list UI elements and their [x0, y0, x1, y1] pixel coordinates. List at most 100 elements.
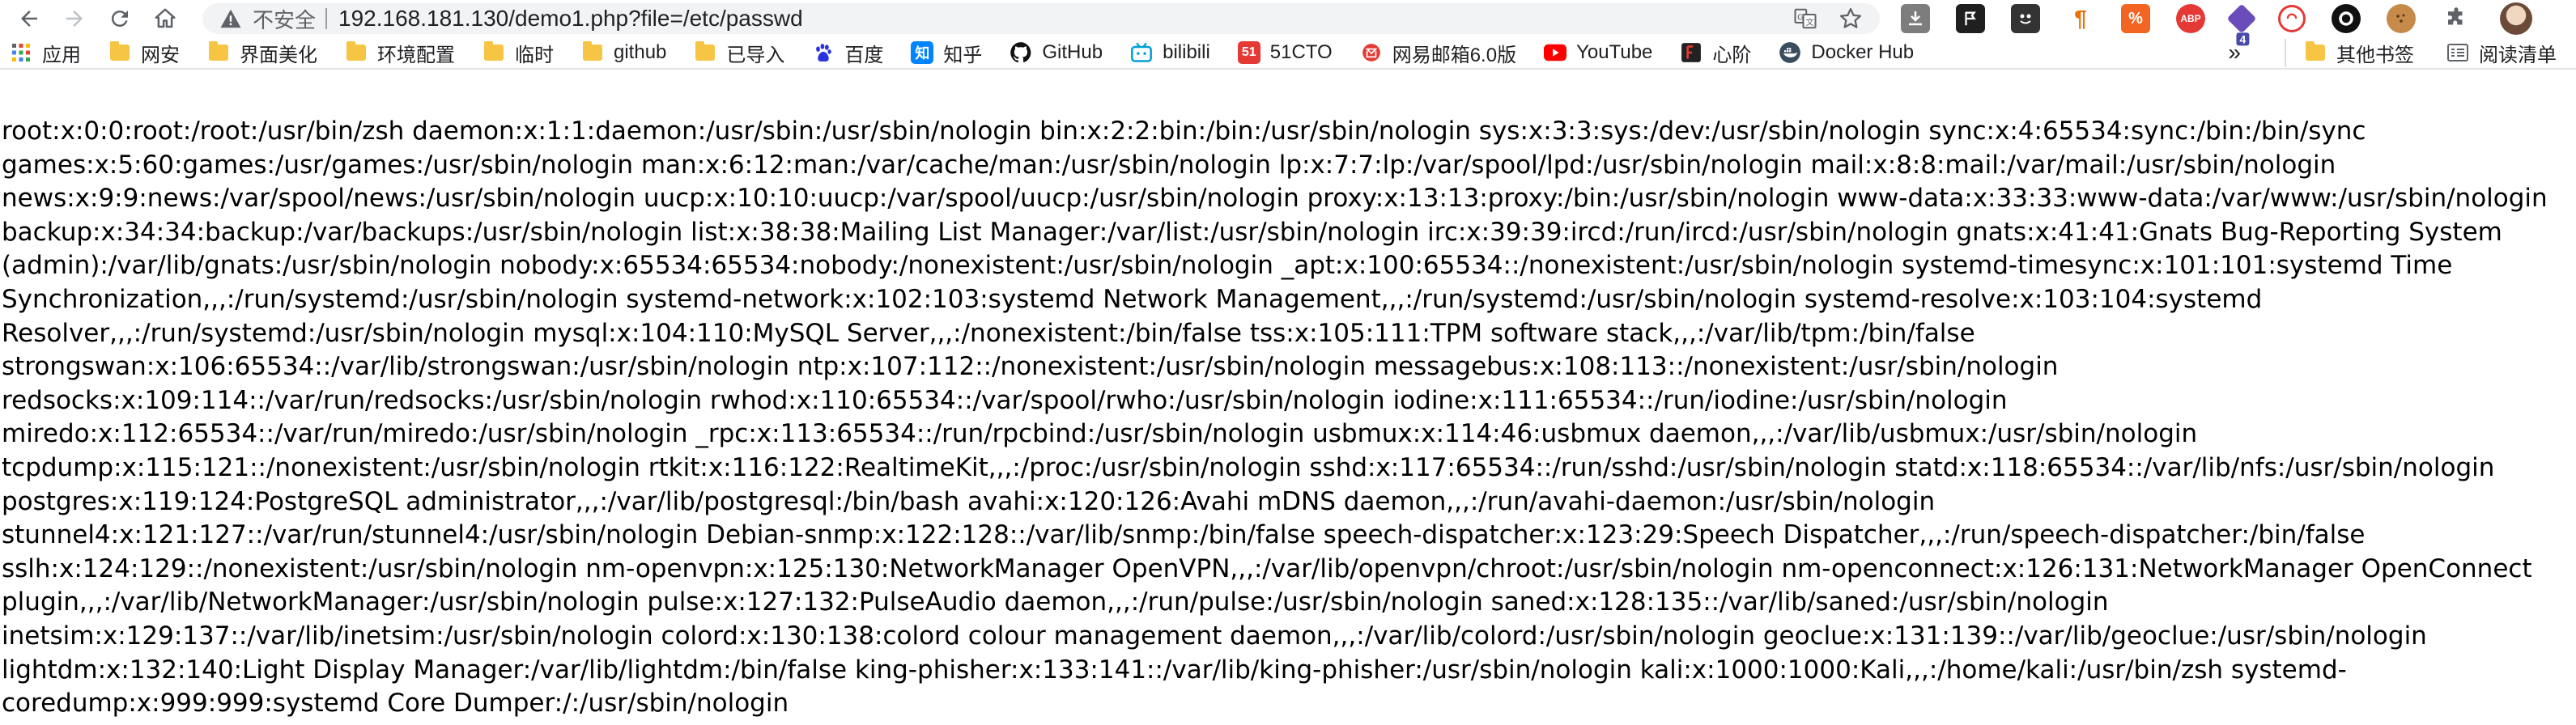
- omnibox-actions: G 文: [1773, 3, 1864, 34]
- percent-extension-icon[interactable]: %: [2121, 4, 2150, 33]
- divider: [325, 8, 328, 29]
- passwd-text-line: Resolver,,,:/run/systemd:/usr/sbin/nolog…: [2, 318, 1975, 348]
- bookmark-star-button[interactable]: [1838, 6, 1864, 32]
- forward-arrow-icon: [66, 11, 83, 27]
- address-bar[interactable]: 不安全 192.168.181.130/demo1.php?file=/etc/…: [202, 3, 1880, 34]
- netease-mail-icon: [1360, 41, 1383, 64]
- page-content-passwd: root:x:0:0:root:/root:/usr/bin/zsh daemo…: [0, 115, 2576, 721]
- 51cto-icon: 51: [1237, 41, 1260, 64]
- passwd-text-line: games:x:5:60:games:/usr/games:/usr/sbin/…: [2, 150, 2336, 180]
- passwd-text-line: redsocks:x:109:114::/var/run/redsocks:/u…: [2, 385, 2008, 415]
- browser-toolbar: 不安全 192.168.181.130/demo1.php?file=/etc/…: [0, 0, 2576, 46]
- passwd-text-line: Synchronization,,,:/run/systemd:/usr/sbi…: [2, 284, 2263, 314]
- svg-text:文: 文: [1806, 17, 1814, 28]
- puzzle-extensions-icon[interactable]: [2442, 4, 2471, 33]
- download-extension-icon[interactable]: [1901, 4, 1930, 33]
- paragraph-extension-icon[interactable]: ¶: [2066, 4, 2095, 33]
- home-icon: [155, 8, 176, 28]
- bookmark-label: bilibili: [1163, 41, 1210, 63]
- cookie-extension-icon[interactable]: [2387, 4, 2416, 33]
- passwd-text-line: lightdm:x:132:140:Light Display Manager:…: [2, 655, 2347, 685]
- translate-icon: G 文: [1794, 8, 1817, 29]
- bookmark-label: 应用: [42, 44, 81, 66]
- docker-icon: [1779, 41, 1801, 64]
- bookmark-label: 网易邮箱6.0版: [1392, 44, 1517, 66]
- passwd-text-line: sslh:x:124:129::/nonexistent:/usr/sbin/n…: [2, 553, 2532, 583]
- xinjie-icon: [1680, 41, 1702, 64]
- purple-extension-icon[interactable]: 4: [2226, 3, 2257, 46]
- bilibili-icon: [1130, 41, 1153, 64]
- bookmark-netease-mail[interactable]: 网易邮箱6.0版: [1360, 39, 1516, 67]
- bookmark-zhihu[interactable]: 知 知乎: [911, 39, 982, 67]
- url-text[interactable]: 192.168.181.130/demo1.php?file=/etc/pass…: [338, 6, 803, 32]
- bookmark-bilibili[interactable]: bilibili: [1130, 41, 1210, 64]
- home-button[interactable]: [146, 2, 185, 35]
- back-button[interactable]: [10, 2, 49, 35]
- passwd-text-line: news:x:9:9:news:/var/spool/news:/usr/sbi…: [2, 184, 2548, 214]
- bookmark-xinjie[interactable]: 心阶: [1680, 39, 1751, 67]
- other-bookmarks-label: 其他书签: [2336, 44, 2414, 66]
- folder-icon: [2306, 41, 2325, 61]
- bookmark-label: 百度: [844, 44, 884, 66]
- baidu-icon: [812, 41, 835, 64]
- bookmark-label: 环境配置: [377, 44, 455, 66]
- bookmark-baidu[interactable]: 百度: [812, 39, 883, 67]
- ring-extension-icon[interactable]: [2332, 4, 2361, 33]
- circle-extension-icon[interactable]: [2278, 5, 2306, 32]
- bookmark-folder-ui[interactable]: 界面美化: [207, 39, 317, 67]
- passwd-text-line: miredo:x:112:65534::/var/run/miredo:/usr…: [2, 419, 2198, 449]
- folder-icon: [346, 41, 366, 61]
- bookmark-label: 临时: [515, 44, 554, 66]
- bookmark-folder-env[interactable]: 环境配置: [345, 39, 455, 67]
- bookmarks-bar: 应用 网安 界面美化 环境配置 临时 github 已导入 百度 知 知乎 Gi…: [0, 37, 2576, 70]
- passwd-text-line: plugin,,,:/var/lib/NetworkManager:/usr/s…: [2, 587, 2109, 617]
- translate-button[interactable]: G 文: [1792, 6, 1818, 32]
- bookmark-apps[interactable]: 应用: [10, 39, 81, 67]
- reload-icon: [111, 11, 128, 28]
- adblock-plus-icon[interactable]: ABP: [2176, 4, 2205, 33]
- other-bookmarks-folder[interactable]: 其他书签: [2285, 38, 2414, 67]
- passwd-text-line: postgres:x:119:124:PostgreSQL administra…: [2, 486, 1936, 516]
- passwd-text-line: strongswan:x:106:65534::/var/lib/strongs…: [2, 352, 2059, 382]
- bookmark-docker-hub[interactable]: Docker Hub: [1779, 41, 1914, 64]
- face-extension-icon[interactable]: [2011, 4, 2040, 33]
- folder-icon: [209, 41, 228, 61]
- bookmark-youtube[interactable]: YouTube: [1544, 41, 1652, 64]
- zhihu-icon: 知: [911, 41, 934, 64]
- bookmark-folder-imported[interactable]: 已导入: [694, 39, 784, 67]
- passwd-text-line: backup:x:34:34:backup:/var/backups:/usr/…: [2, 217, 2502, 247]
- bookmark-github[interactable]: GitHub: [1010, 41, 1103, 64]
- bookmark-label: Docker Hub: [1811, 41, 1915, 63]
- bookmark-label: 心阶: [1712, 44, 1752, 66]
- folder-icon: [695, 41, 716, 61]
- bookmark-folder-temp[interactable]: 临时: [482, 39, 554, 67]
- bookmark-label: YouTube: [1576, 41, 1653, 63]
- star-icon: [1840, 8, 1861, 28]
- bookmark-label: GitHub: [1042, 41, 1103, 63]
- bookmark-folder-wangan[interactable]: 网安: [108, 39, 180, 67]
- svg-text:G: G: [1797, 13, 1804, 22]
- bookmark-label: 51CTO: [1269, 41, 1333, 63]
- bookmark-51cto[interactable]: 51 51CTO: [1237, 41, 1333, 64]
- bookmark-label: 网安: [141, 44, 180, 66]
- reading-list-icon: [2446, 41, 2469, 64]
- passwd-text-line: root:x:0:0:root:/root:/usr/bin/zsh daemo…: [2, 117, 2366, 146]
- bookmark-label: 已导入: [726, 44, 785, 66]
- github-icon: [1010, 41, 1032, 64]
- reload-button[interactable]: [100, 2, 139, 35]
- bookmark-label: 界面美化: [240, 44, 317, 66]
- flag-extension-icon[interactable]: [1956, 4, 1985, 33]
- back-arrow-icon: [21, 11, 37, 27]
- apps-grid-icon: [10, 41, 32, 64]
- profile-avatar[interactable]: [2500, 2, 2532, 35]
- passwd-text-line: (admin):/var/lib/gnats:/usr/sbin/nologin…: [2, 251, 2453, 281]
- reading-list-button[interactable]: 阅读清单: [2446, 39, 2557, 67]
- folder-icon: [583, 41, 602, 61]
- passwd-text-line: inetsim:x:129:137::/var/lib/inetsim:/usr…: [2, 621, 2427, 651]
- bookmark-folder-github[interactable]: github: [581, 41, 666, 64]
- forward-button[interactable]: [55, 2, 94, 35]
- extensions-area: ¶ % ABP 4: [1901, 2, 2532, 46]
- warning-triangle-icon: [220, 9, 241, 28]
- security-status-label[interactable]: 不安全: [253, 4, 316, 34]
- passwd-text-line: coredump:x:999:999:systemd Core Dumper:/…: [2, 689, 789, 719]
